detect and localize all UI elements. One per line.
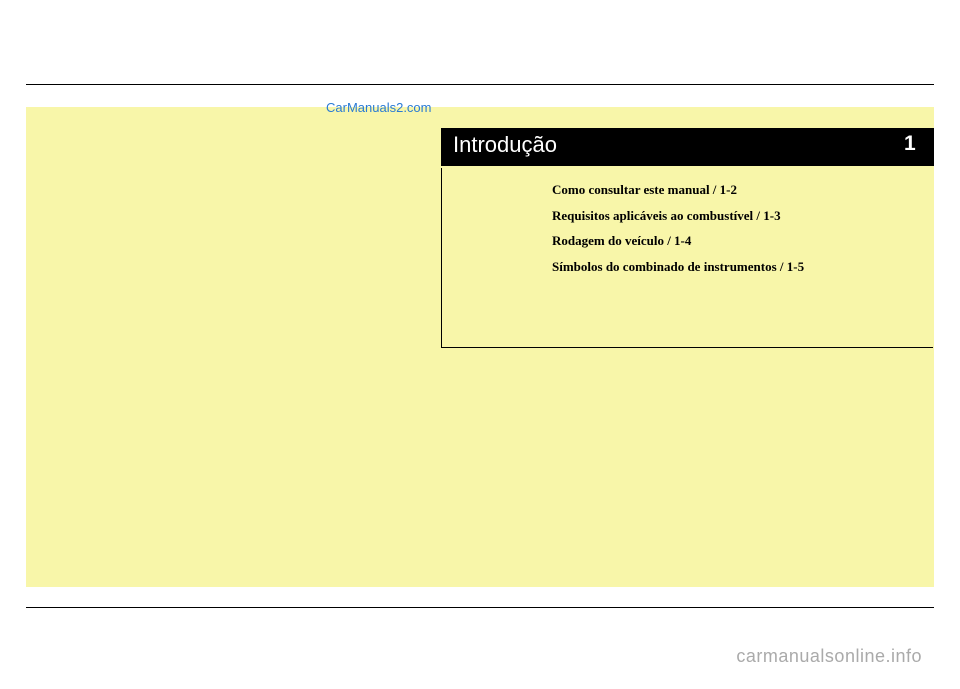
- toc-entry: Rodagem do veículo / 1-4: [552, 231, 933, 251]
- watermark-top: CarManuals2.com: [326, 100, 432, 115]
- chapter-number: 1: [904, 132, 916, 156]
- toc-entry: Símbolos do combinado de instrumentos / …: [552, 257, 933, 277]
- toc-entry: Requisitos aplicáveis ao combustível / 1…: [552, 206, 933, 226]
- table-of-contents: Como consultar este manual / 1-2 Requisi…: [441, 168, 933, 348]
- toc-entry: Como consultar este manual / 1-2: [552, 180, 933, 200]
- watermark-bottom: carmanualsonline.info: [736, 646, 922, 667]
- chapter-title: Introdução: [453, 132, 557, 158]
- bottom-border: [26, 607, 934, 608]
- top-border: [26, 84, 934, 85]
